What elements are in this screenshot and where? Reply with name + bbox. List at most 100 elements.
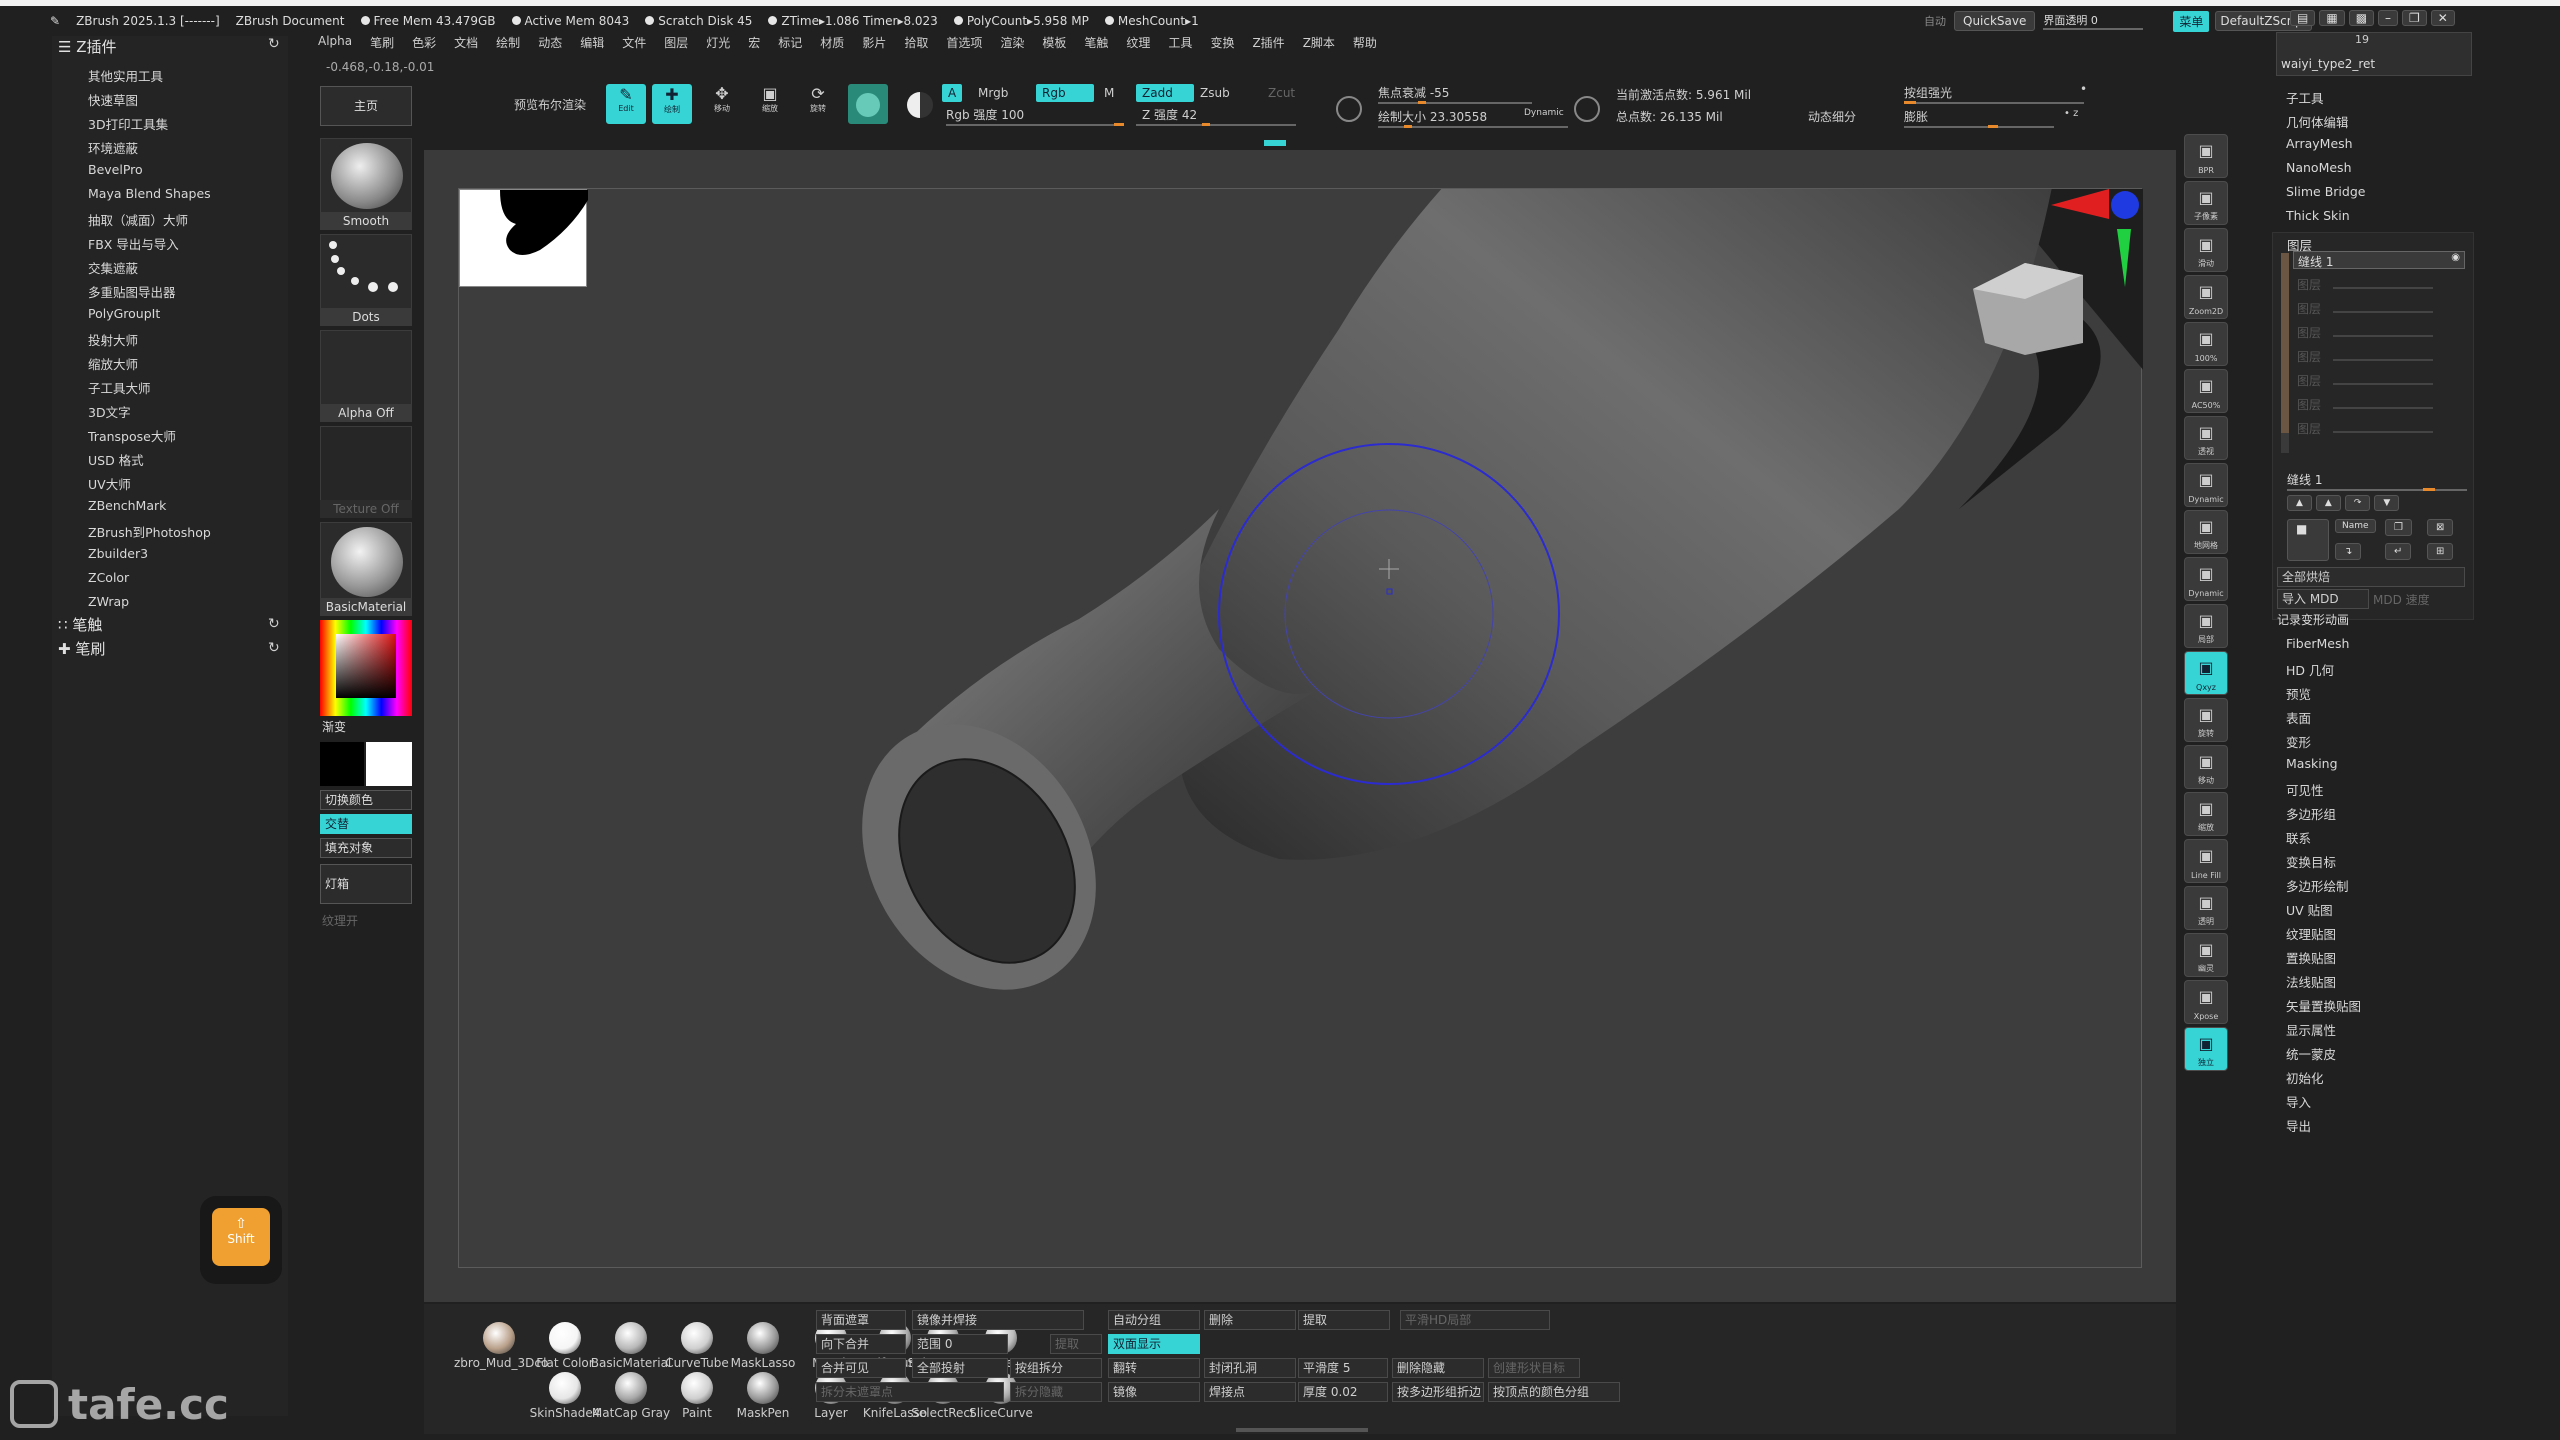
group-by-color-button[interactable]: 按顶点的颜色分组 (1488, 1382, 1620, 1402)
m-toggle[interactable]: M (1104, 86, 1114, 100)
view-button-10[interactable]: ▣ 局部 (2184, 604, 2228, 648)
view-button-14[interactable]: ▣ 缩放 (2184, 792, 2228, 836)
tool-menu-item[interactable]: 联系 (2286, 828, 2311, 847)
plugin-item[interactable]: 子工具大师 (88, 378, 151, 397)
rec-icon[interactable]: ◉ (2451, 252, 2460, 263)
layer-up-icon[interactable]: ▲ (2287, 495, 2312, 511)
close-icon[interactable]: ✕ (2430, 10, 2455, 26)
refresh-icon[interactable]: ↻ (268, 36, 280, 52)
view-button-1[interactable]: ▣ 子像素 (2184, 181, 2228, 225)
record-anim-button[interactable]: 记录变形动画 (2277, 611, 2349, 628)
gradient-label[interactable]: 渐变 (320, 718, 412, 736)
smoothness-slider[interactable]: 平滑度 5 (1298, 1358, 1388, 1378)
color-picker[interactable] (320, 620, 412, 716)
menu-item-11[interactable]: 标记 (778, 34, 802, 54)
swell-slider[interactable]: 膨胀 (1904, 108, 1928, 125)
alternate-button[interactable]: 交替 (320, 814, 412, 834)
menu-item-10[interactable]: 宏 (748, 34, 760, 54)
tool-menu-item[interactable]: 子工具 (2286, 88, 2324, 107)
mirror-weld-button[interactable]: 镜像并焊接 (912, 1310, 1084, 1330)
tool-menu-item[interactable]: 预览 (2286, 684, 2311, 703)
dock-icon[interactable]: ▩ (2348, 10, 2375, 26)
layer-row[interactable]: 图层 (2293, 371, 2465, 389)
tool-menu-item[interactable]: Thick Skin (2286, 208, 2350, 223)
ui-transparency-slider[interactable]: 界面透明 0 (2043, 12, 2144, 30)
menu-item-17[interactable]: 模板 (1042, 34, 1066, 54)
layer-name-button[interactable]: Name (2335, 519, 2376, 533)
bake-all-button[interactable]: 全部烘焙 (2277, 567, 2465, 587)
tool-menu-item[interactable]: Masking (2286, 756, 2338, 771)
zsub-toggle[interactable]: Zsub (1200, 86, 1230, 100)
view-button-2[interactable]: ▣ 滑动 (2184, 228, 2228, 272)
menu-item-18[interactable]: 笔触 (1084, 34, 1108, 54)
menu-item-2[interactable]: 色彩 (412, 34, 436, 54)
view-button-7[interactable]: ▣ Dynamic (2184, 463, 2228, 507)
plugin-item[interactable]: 快速草图 (88, 90, 138, 109)
tool-menu-item[interactable]: 几何体编辑 (2286, 112, 2349, 131)
rgb-toggle[interactable]: Rgb (1036, 84, 1094, 102)
tool-menu-item[interactable]: 矢量置换贴图 (2286, 996, 2361, 1015)
merge-down-button[interactable]: 向下合并 (816, 1334, 906, 1354)
layer-active-row[interactable]: 缝线 1 ◉ (2293, 251, 2465, 269)
split-group-button[interactable]: 按组拆分 (1010, 1358, 1102, 1378)
menu-item-23[interactable]: Z脚本 (1303, 34, 1335, 54)
view-button-19[interactable]: ▣ 独立 (2184, 1027, 2228, 1071)
tool-menu-item[interactable]: FiberMesh (2286, 636, 2349, 651)
tool-menu-item[interactable]: 可见性 (2286, 780, 2324, 799)
menu-item-16[interactable]: 渲染 (1000, 34, 1024, 54)
range-slider[interactable]: 范围 0 (912, 1334, 1008, 1354)
tool-menu-item[interactable]: 导出 (2286, 1116, 2311, 1135)
menu-item-8[interactable]: 图层 (664, 34, 688, 54)
menu-item-12[interactable]: 材质 (820, 34, 844, 54)
main-color-swatch[interactable] (320, 742, 364, 786)
mdd-speed-slider[interactable]: MDD 速度 (2373, 591, 2430, 608)
bottom-scroll-handle[interactable] (1236, 1428, 1368, 1432)
tool-menu-item[interactable]: UV 贴图 (2286, 900, 2333, 919)
menu-item-6[interactable]: 编辑 (580, 34, 604, 54)
view-button-3[interactable]: ▣ Zoom2D (2184, 275, 2228, 319)
close-holes-button[interactable]: 封闭孔洞 (1204, 1358, 1296, 1378)
menu-item-15[interactable]: 首选项 (946, 34, 982, 54)
plugin-item[interactable]: 交集遮蔽 (88, 258, 138, 277)
plugin-item[interactable]: BevelPro (88, 162, 143, 177)
menu-item-13[interactable]: 影片 (862, 34, 886, 54)
scale-button[interactable]: ▣ 缩放 (750, 84, 790, 124)
delete-hidden-button[interactable]: 删除隐藏 (1392, 1358, 1484, 1378)
menu-item-7[interactable]: 文件 (622, 34, 646, 54)
layer-delete-icon[interactable]: ⊠ (2427, 519, 2454, 536)
tool-menu-item[interactable]: HD 几何 (2286, 660, 2334, 679)
plugin-item[interactable]: Transpose大师 (88, 426, 176, 445)
hd-partial-slider[interactable]: 平滑HD局部 (1400, 1310, 1550, 1330)
menu-item-5[interactable]: 动态 (538, 34, 562, 54)
view-button-5[interactable]: ▣ AC50% (2184, 369, 2228, 413)
plugin-item[interactable]: ZColor (88, 570, 129, 585)
menu-item-1[interactable]: 笔刷 (370, 34, 394, 54)
plugin-item[interactable]: 3D打印工具集 (88, 114, 168, 133)
plugin-item[interactable]: ZWrap (88, 594, 129, 609)
draw-size-slider[interactable]: 绘制大小 23.30558 (1378, 108, 1487, 125)
plugin-item[interactable]: 抽取（减面）大师 (88, 210, 188, 229)
lazy-mouse-icon[interactable] (1574, 96, 1600, 122)
plugin-item[interactable]: UV大师 (88, 474, 131, 493)
plugin-item[interactable]: USD 格式 (88, 450, 144, 469)
view-button-9[interactable]: ▣ Dynamic (2184, 557, 2228, 601)
extract-small-button[interactable]: 提取 (1050, 1334, 1102, 1354)
menu-item-22[interactable]: Z插件 (1252, 34, 1284, 54)
rgb-intensity-slider[interactable]: Rgb 强度 100 (946, 106, 1024, 123)
refresh-icon[interactable]: ↻ (268, 616, 280, 632)
z-intensity-slider[interactable]: Z 强度 42 (1142, 106, 1197, 123)
layer-copy-icon[interactable]: ❐ (2385, 519, 2412, 536)
tool-menu-item[interactable]: 统一蒙皮 (2286, 1044, 2336, 1063)
view-button-13[interactable]: ▣ 移动 (2184, 745, 2228, 789)
thickness-slider[interactable]: 厚度 0.02 (1298, 1382, 1388, 1402)
import-mdd-button[interactable]: 导入 MDD (2277, 589, 2369, 609)
dynamic-subdiv-button[interactable]: 动态细分 (1808, 108, 1856, 125)
new-layer-button[interactable]: ■ (2287, 519, 2329, 561)
view-button-17[interactable]: ▣ 幽灵 (2184, 933, 2228, 977)
split-hidden-button[interactable]: 拆分隐藏 (1010, 1382, 1102, 1402)
brush-header[interactable]: 笔刷 (75, 640, 105, 658)
view-button-11[interactable]: ▣ Qxyz (2184, 651, 2228, 695)
layout-icon[interactable]: ▤ (2290, 10, 2316, 26)
tool-menu-item[interactable]: 显示属性 (2286, 1020, 2336, 1039)
menu-item-21[interactable]: 变换 (1210, 34, 1234, 54)
